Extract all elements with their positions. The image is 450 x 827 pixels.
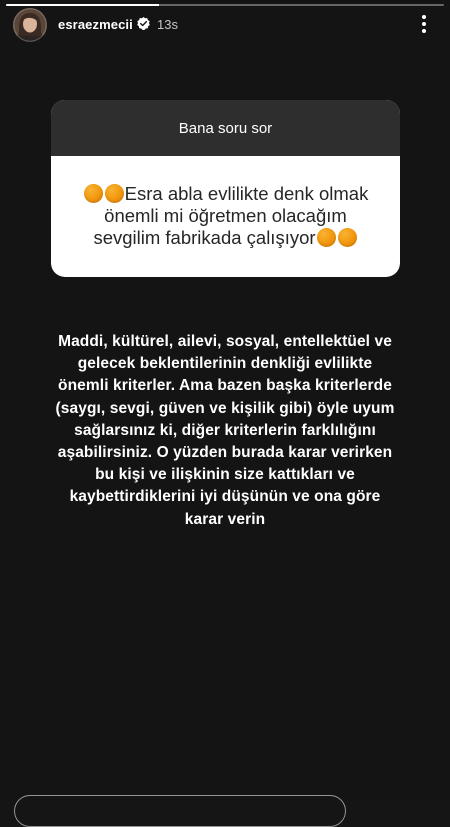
orange-circle-emoji-icon bbox=[104, 184, 124, 203]
more-vertical-icon[interactable] bbox=[414, 11, 434, 37]
story-progress-fill bbox=[6, 4, 160, 6]
question-line: Esra abla evlilikte denk olmak bbox=[61, 183, 390, 205]
question-line-text: önemli mi öğretmen olacağım bbox=[104, 205, 347, 226]
orange-circle-emoji-icon bbox=[316, 228, 336, 247]
answer-line: karar verin bbox=[184, 510, 266, 528]
question-sticker-title: Bana soru sor bbox=[178, 119, 273, 137]
answer-line: bu kişi ve ilişkinin size kattıkları ve bbox=[95, 466, 355, 484]
question-line: önemli mi öğretmen olacağım bbox=[61, 205, 390, 227]
answer-line: Maddi, kültürel, ailevi, sosyal, entelle… bbox=[58, 333, 392, 350]
answer-line: önemli kriterler. Ama bazen başka kriter… bbox=[58, 377, 392, 395]
story-view: esraezmecii 13s Bana soru sor Esra abla … bbox=[0, 0, 450, 827]
answer-line: sağlarsınız ki, diğer kriterlerin farklı… bbox=[74, 421, 376, 439]
verified-badge-icon bbox=[137, 16, 150, 30]
question-sticker-header: Bana soru sor bbox=[51, 100, 400, 156]
question-sticker: Bana soru sor Esra abla evlilikte denk o… bbox=[51, 100, 400, 277]
post-time: 13s bbox=[157, 17, 178, 32]
orange-circle-emoji-icon bbox=[83, 184, 103, 203]
question-line-text: sevgilim fabrikada çalışıyor bbox=[93, 227, 316, 248]
question-line: sevgilim fabrikada çalışıyor bbox=[61, 227, 390, 249]
profile-photo-icon bbox=[13, 8, 47, 42]
question-text: Esra abla evlilikte denk olmak önemli mi… bbox=[51, 156, 400, 249]
answer-line: aşabilirsiniz. O yüzden burada karar ver… bbox=[57, 444, 393, 462]
answer-line: (saygı, sevgi, güven ve kişilik gibi) öy… bbox=[55, 399, 395, 417]
story-header: esraezmecii 13s bbox=[0, 8, 450, 42]
question-line-text: Esra abla evlilikte denk olmak bbox=[124, 183, 369, 204]
answer-line: kaybettirdiklerini iyi düşünün ve ona gö… bbox=[69, 488, 381, 506]
username[interactable]: esraezmecii bbox=[58, 17, 133, 32]
avatar[interactable] bbox=[13, 8, 47, 42]
answer-line: gelecek beklentilerinin denkliği evlilik… bbox=[77, 355, 373, 373]
answer-text: Maddi, kültürel, ailevi, sosyal, entelle… bbox=[20, 331, 430, 531]
story-progress-bar bbox=[6, 4, 444, 6]
orange-circle-emoji-icon bbox=[337, 228, 357, 247]
